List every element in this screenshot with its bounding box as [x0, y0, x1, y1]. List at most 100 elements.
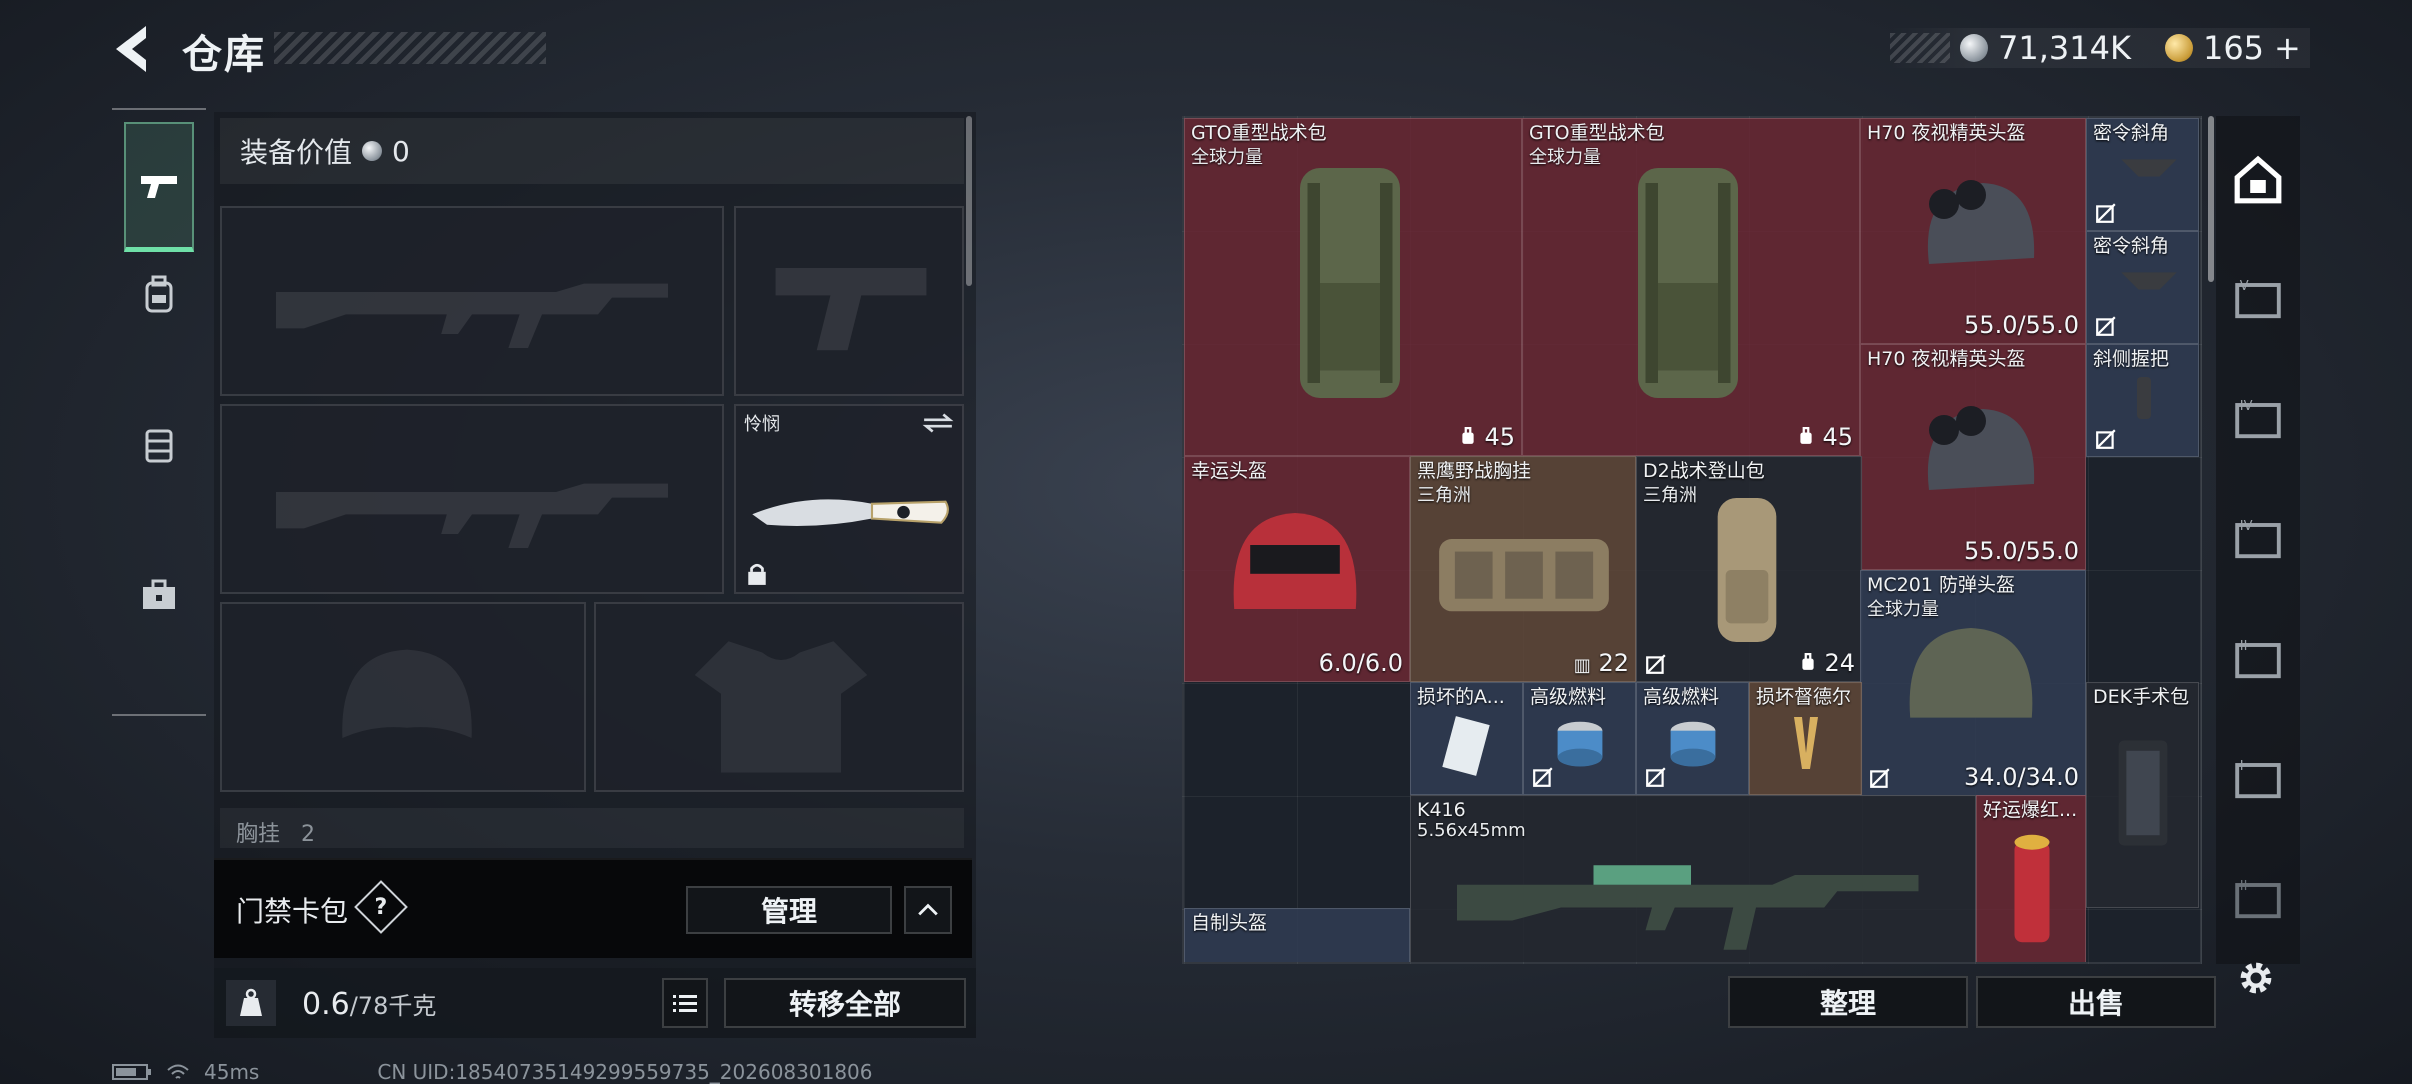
helmet-slot[interactable]	[220, 602, 586, 792]
settings-button[interactable]	[2234, 956, 2282, 1004]
item-name: DEK手术包	[2093, 686, 2190, 708]
list-icon	[673, 995, 697, 1012]
grip-icon	[2121, 272, 2177, 290]
stash-item-gto-backpack[interactable]: GTO重型战术包 全球力量 45	[1184, 118, 1522, 456]
stash-item-h70-helmet[interactable]: H70 夜视精英头盔 55.0/55.0	[1860, 344, 2086, 570]
armor-slot[interactable]	[594, 602, 964, 792]
stash-tab-case-iv-b[interactable]: IV	[2226, 506, 2290, 570]
toolbox-icon	[143, 579, 175, 609]
backpack-badge-icon	[1802, 653, 1814, 670]
nav-toolbox[interactable]	[124, 550, 194, 640]
item-capacity: 45	[1459, 423, 1515, 451]
nav-weapons[interactable]	[124, 122, 194, 252]
vest-badge-icon: ▥	[1573, 655, 1591, 676]
stash-tab-safe[interactable]	[2226, 148, 2290, 212]
stash-item-damaged-b[interactable]: 损坏督德尔	[1749, 682, 1862, 795]
svg-text:IV: IV	[2240, 519, 2253, 534]
stash-item-lucky-firework[interactable]: 好运爆红...	[1976, 795, 2086, 962]
nav-chest-rig[interactable]	[124, 400, 194, 490]
melee-slot[interactable]: 怜悯	[734, 404, 964, 594]
chest-rig-label: 胸挂	[236, 822, 281, 847]
stash-item-diy-helmet[interactable]: 自制头盔	[1184, 908, 1410, 962]
case-icon: IV	[2235, 399, 2281, 439]
gold-coin-icon	[2164, 34, 2193, 62]
sell-button[interactable]: 出售	[1976, 976, 2216, 1028]
helmet-icon	[1233, 513, 1357, 609]
back-arrow-icon	[116, 26, 146, 72]
add-gold-button[interactable]: +	[2274, 29, 2301, 67]
stash-item-h70-helmet[interactable]: H70 夜视精英头盔 55.0/55.0	[1860, 118, 2086, 344]
nav-backpack[interactable]	[124, 250, 194, 340]
list-view-button[interactable]	[662, 978, 708, 1028]
case-icon: II	[2235, 879, 2281, 919]
item-name: 自制头盔	[1191, 912, 1268, 934]
help-button[interactable]: ?	[354, 880, 408, 934]
stash-item-fuel[interactable]: 高级燃料	[1636, 682, 1749, 795]
primary-weapon-slot[interactable]	[220, 206, 724, 396]
svg-text:V: V	[2240, 279, 2249, 294]
pistol-silhouette-icon	[775, 268, 927, 351]
stash-item-dek-surgical-kit[interactable]: DEK手术包	[2086, 682, 2199, 908]
item-name: 好运爆红...	[1983, 799, 2078, 821]
loadout-nav	[112, 108, 206, 716]
nvg-helmet-icon	[1927, 180, 2035, 264]
stash-tab-case-v[interactable]: V	[2226, 266, 2290, 330]
panel-scrollbar[interactable]	[966, 116, 972, 286]
grip-icon	[2121, 159, 2177, 177]
stash-item-fuel[interactable]: 高级燃料	[1523, 682, 1636, 795]
stash-tab-sidebar: V IV IV II I II	[2216, 116, 2300, 964]
item-name: K416	[1417, 799, 1466, 821]
sidearm-slot[interactable]	[734, 206, 964, 396]
keycard-bar: 门禁卡包 ? 管理	[214, 858, 972, 958]
no-insure-icon	[1646, 654, 1666, 674]
manage-button[interactable]: 管理	[686, 886, 892, 934]
stash-item-grip[interactable]: 斜侧握把	[2086, 344, 2199, 457]
pistol-icon	[141, 175, 177, 198]
stash-grid: GTO重型战术包 全球力量 45 GTO重型战术包 全球力量 45 H70 夜视…	[1182, 116, 2202, 964]
secondary-weapon-slot[interactable]	[220, 404, 724, 594]
stash-item-chest-rig[interactable]: 黑鹰野战胸挂 三角洲 ▥ 22	[1410, 456, 1636, 682]
item-value: 22	[1598, 649, 1629, 677]
lock-icon	[748, 563, 766, 585]
stash-item-gto-backpack[interactable]: GTO重型战术包 全球力量 45	[1522, 118, 1860, 456]
weight-max: /78千克	[349, 992, 437, 1020]
item-durability: 55.0/55.0	[1964, 537, 2079, 565]
stash-item-damaged-a[interactable]: 损坏的A...	[1410, 682, 1523, 795]
weight-value: 0.6/78千克	[302, 986, 436, 1022]
backpack-icon	[1717, 498, 1777, 642]
item-name: 高级燃料	[1530, 686, 1607, 708]
user-uid: CN UID:18540735149299559735_202608301806	[377, 1060, 873, 1084]
stash-item-d2-backpack[interactable]: D2战术登山包 三角洲 24	[1636, 456, 1862, 682]
stash-scrollbar[interactable]	[2208, 116, 2214, 282]
stash-item-grip[interactable]: 密令斜角	[2086, 231, 2199, 344]
no-insure-icon	[1646, 767, 1666, 787]
item-durability: 55.0/55.0	[1964, 311, 2079, 339]
sort-button[interactable]: 整理	[1728, 976, 1968, 1028]
swap-icon[interactable]	[922, 412, 954, 434]
stash-tab-case-ii-b[interactable]: II	[2226, 866, 2290, 930]
ping-value: 45ms	[204, 1060, 260, 1084]
case-icon: II	[2235, 639, 2281, 679]
back-button[interactable]	[110, 22, 154, 76]
stash-tab-case-iv-a[interactable]: IV	[2226, 386, 2290, 450]
helmet-icon	[1909, 628, 2033, 718]
item-name: MC201 防弹头盔	[1867, 574, 2015, 596]
stash-item-mc201-helmet[interactable]: MC201 防弹头盔 全球力量 34.0/34.0	[1860, 570, 2086, 796]
collapse-button[interactable]	[904, 886, 952, 934]
nvg-helmet-icon	[1927, 406, 2035, 490]
transfer-all-button[interactable]: 转移全部	[724, 978, 966, 1028]
chest-rig-row[interactable]: 胸挂 2	[220, 808, 964, 848]
stash-item-lucky-helmet[interactable]: 幸运头盔 6.0/6.0	[1184, 456, 1410, 682]
gold-amount: 165	[2202, 29, 2265, 67]
item-name: 幸运头盔	[1191, 460, 1268, 482]
stash-item-k416[interactable]: K416 5.56x45mm	[1410, 795, 1976, 962]
clip-icon	[1794, 717, 1818, 769]
stash-tab-case-i[interactable]: I	[2226, 746, 2290, 810]
title-decoration	[274, 32, 546, 64]
stash-tab-case-ii[interactable]: II	[2226, 626, 2290, 690]
stash-item-grip[interactable]: 密令斜角	[2086, 118, 2199, 231]
item-value: 45	[1484, 423, 1515, 451]
firework-icon	[2014, 834, 2050, 943]
melee-label: 怜悯	[744, 414, 780, 435]
keycard-label: 门禁卡包	[236, 895, 349, 928]
